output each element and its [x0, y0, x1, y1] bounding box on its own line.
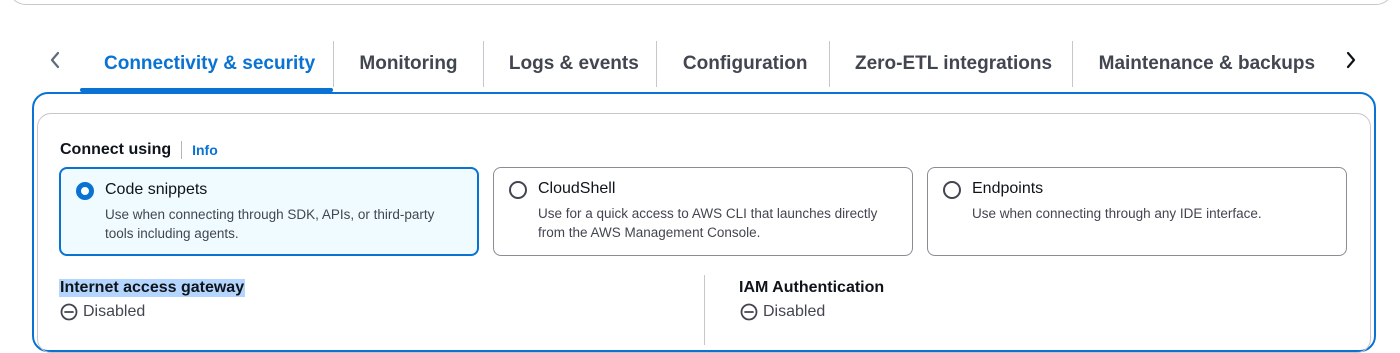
option-endpoints[interactable]: Endpoints Use when connecting through an…: [927, 167, 1347, 256]
tab-zero-etl-integrations[interactable]: Zero-ETL integrations: [830, 36, 1072, 92]
radio-button[interactable]: [509, 181, 527, 199]
option-description: Use for a quick access to AWS CLI that l…: [538, 206, 878, 240]
option-code-snippets[interactable]: Code snippets Use when connecting throug…: [59, 167, 479, 256]
label-divider: [181, 141, 183, 159]
tab-label: Monitoring: [359, 53, 458, 74]
chevron-left-icon: [50, 51, 60, 69]
option-title: Endpoints: [972, 180, 1044, 197]
radio-button[interactable]: [76, 182, 94, 200]
info-link[interactable]: Info: [192, 142, 218, 158]
connect-using-header: Connect using Info: [60, 141, 218, 159]
minus-circle-icon: [60, 303, 78, 321]
tab-label: Connectivity & security: [104, 53, 316, 74]
internet-access-gateway-status: Disabled: [60, 303, 145, 321]
previous-card-bottom: [8, 0, 1394, 5]
tabs-scroll-left-button[interactable]: [43, 48, 67, 72]
minus-circle-icon: [740, 303, 758, 321]
option-description: Use when connecting through any IDE inte…: [972, 206, 1262, 221]
tab-connectivity-security[interactable]: Connectivity & security: [80, 36, 334, 92]
tab-bar: Connectivity & security Monitoring Logs …: [0, 36, 1400, 92]
tab-label: Logs & events: [508, 53, 639, 74]
column-divider: [704, 275, 705, 345]
tab-monitoring[interactable]: Monitoring: [334, 36, 483, 92]
chevron-right-icon: [1346, 51, 1356, 69]
tab-label: Zero-ETL integrations: [854, 53, 1053, 74]
radio-button[interactable]: [943, 181, 961, 199]
status-text: Disabled: [763, 303, 826, 320]
iam-authentication-label: IAM Authentication: [739, 279, 885, 296]
option-description: Use when connecting through SDK, APIs, o…: [105, 207, 435, 241]
tab-maintenance-backups[interactable]: Maintenance & backups: [1073, 36, 1328, 92]
tab-label: Maintenance & backups: [1098, 53, 1316, 74]
tabs-scroll-right-button[interactable]: [1339, 48, 1363, 72]
tab-label: Configuration: [682, 53, 808, 74]
option-title: CloudShell: [538, 180, 616, 197]
tabs-track: Connectivity & security Monitoring Logs …: [80, 36, 1328, 92]
iam-authentication-status: Disabled: [740, 303, 825, 321]
tab-configuration[interactable]: Configuration: [657, 36, 829, 92]
internet-access-gateway-label: Internet access gateway: [59, 279, 246, 297]
option-cloudshell[interactable]: CloudShell Use for a quick access to AWS…: [493, 167, 913, 256]
option-title: Code snippets: [105, 181, 208, 198]
status-text: Disabled: [83, 303, 146, 320]
tab-logs-events[interactable]: Logs & events: [484, 36, 656, 92]
tabs-viewport: Connectivity & security Monitoring Logs …: [80, 36, 1328, 92]
connect-using-title: Connect using: [60, 141, 172, 158]
